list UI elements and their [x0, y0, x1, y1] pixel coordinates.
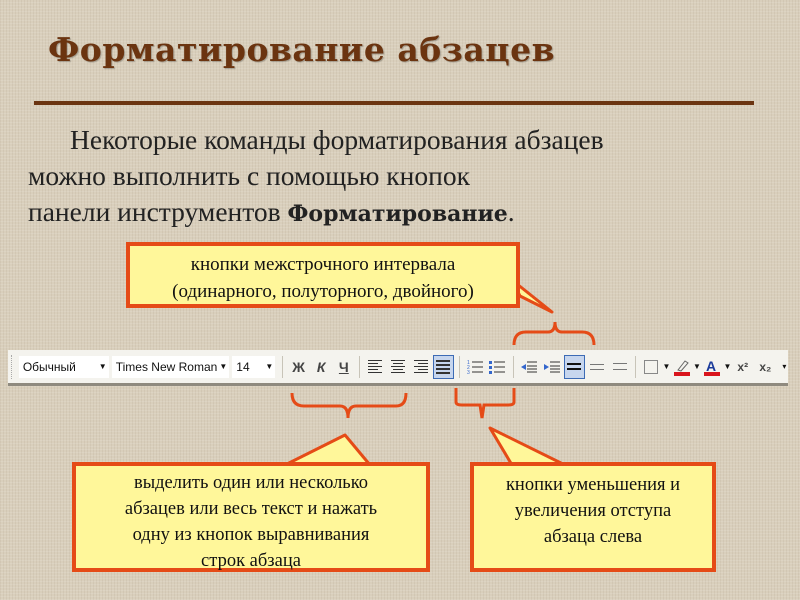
chevron-down-icon[interactable]: ▼	[217, 362, 229, 371]
intro-bold-term: Форматирование	[287, 201, 508, 227]
toolbar-options-icon[interactable]: ▾	[781, 362, 788, 371]
increase-indent-button[interactable]	[541, 355, 562, 379]
svg-text:3: 3	[467, 370, 470, 375]
align-left-icon	[368, 360, 383, 373]
chevron-down-icon[interactable]: ▼	[263, 362, 275, 371]
line-spacing-callout: кнопки межстрочного интервала (одинарног…	[126, 242, 520, 308]
underline-button[interactable]: Ч	[334, 355, 355, 379]
numbered-list-button[interactable]: 123	[465, 355, 486, 379]
intro-text: Некоторые команды форматирования абзацев…	[28, 122, 788, 232]
italic-button[interactable]: К	[311, 355, 332, 379]
align-center-icon	[390, 360, 405, 373]
intro-period: .	[507, 196, 515, 227]
justify-button[interactable]	[432, 354, 454, 379]
callout-text: увеличения отступа	[514, 501, 672, 521]
line-spacing-brace	[512, 321, 596, 346]
align-right-icon	[413, 360, 428, 373]
font-color-icon: A	[704, 358, 721, 376]
callout-text: кнопки уменьшения и	[505, 475, 681, 495]
toolbar-separator	[458, 355, 460, 378]
alignment-brace	[290, 392, 408, 419]
align-center-button[interactable]	[388, 355, 409, 379]
callout-text: одну из кнопок выравнивания	[132, 525, 370, 545]
style-select[interactable]: Обычный ▼	[18, 355, 109, 378]
style-value: Обычный	[22, 359, 76, 374]
one-and-half-spacing-button[interactable]	[587, 355, 608, 379]
double-spacing-button[interactable]	[609, 355, 630, 379]
intro-line-1: Некоторые команды форматирования абзацев	[70, 124, 604, 155]
justify-icon	[436, 359, 451, 374]
callout-text: строк абзаца	[201, 551, 301, 571]
borders-icon	[644, 359, 659, 374]
highlighter-icon	[673, 359, 690, 376]
borders-button[interactable]	[641, 355, 662, 379]
align-right-button[interactable]	[410, 355, 431, 379]
chevron-down-icon[interactable]: ▼	[693, 362, 701, 371]
font-color-button[interactable]: A	[702, 355, 723, 379]
toolbar-separator	[282, 355, 284, 378]
intro-line-3: панели инструментов	[28, 196, 288, 227]
numbered-list-icon: 123	[467, 360, 483, 375]
bold-icon: Ж	[292, 358, 305, 375]
decrease-indent-icon	[521, 361, 538, 372]
chevron-down-icon[interactable]: ▼	[97, 362, 109, 371]
slide-title: Форматирование абзацев	[48, 30, 556, 69]
subscript-icon: x₂	[759, 359, 772, 374]
toolbar-separator	[359, 355, 361, 378]
formatting-toolbar: Обычный ▼ Times New Roman ▼ 14 ▼ Ж К Ч 1…	[8, 350, 788, 386]
callout-text: абзаца слева	[543, 527, 643, 547]
alignment-callout-tail	[283, 433, 372, 467]
callout-text: абзацев или весь текст и нажать	[124, 499, 378, 519]
toolbar-separator	[634, 355, 636, 378]
indent-callout-tail	[488, 426, 567, 467]
superscript-button[interactable]: x²	[732, 355, 753, 379]
title-underline	[34, 101, 754, 105]
bulleted-list-button[interactable]	[487, 355, 508, 379]
increase-indent-icon	[543, 361, 560, 372]
font-value: Times New Roman	[115, 359, 218, 374]
toolbar-grip[interactable]	[11, 354, 15, 379]
underline-icon: Ч	[338, 358, 349, 375]
callout-text: кнопки межстрочного интервала	[190, 254, 456, 275]
italic-icon: К	[316, 358, 326, 375]
single-spacing-icon	[567, 363, 582, 370]
decrease-indent-button[interactable]	[519, 355, 540, 379]
indent-brace	[454, 388, 516, 419]
superscript-icon: x²	[737, 359, 749, 374]
font-size-value: 14	[236, 359, 250, 374]
one-and-half-spacing-icon	[589, 363, 604, 370]
font-select[interactable]: Times New Roman ▼	[111, 355, 230, 378]
callout-text: выделить один или несколько	[133, 473, 369, 493]
intro-line-2: можно выполнить с помощью кнопок	[28, 160, 470, 191]
double-spacing-icon	[612, 363, 627, 370]
subscript-button[interactable]: x₂	[755, 355, 776, 379]
alignment-callout: выделить один или несколько абзацев или …	[72, 462, 430, 572]
indent-callout: кнопки уменьшения и увеличения отступа а…	[470, 462, 716, 572]
single-spacing-button[interactable]	[563, 354, 585, 379]
toolbar-separator	[512, 355, 514, 378]
svg-text:A: A	[706, 358, 716, 374]
align-left-button[interactable]	[365, 355, 386, 379]
highlight-button[interactable]	[671, 355, 692, 379]
chevron-down-icon[interactable]: ▼	[662, 362, 670, 371]
chevron-down-icon[interactable]: ▼	[724, 362, 732, 371]
bold-button[interactable]: Ж	[288, 355, 309, 379]
bulleted-list-icon	[489, 360, 506, 374]
font-size-select[interactable]: 14 ▼	[232, 355, 276, 378]
callout-text: (одинарного, полуторного, двойного)	[172, 281, 474, 302]
